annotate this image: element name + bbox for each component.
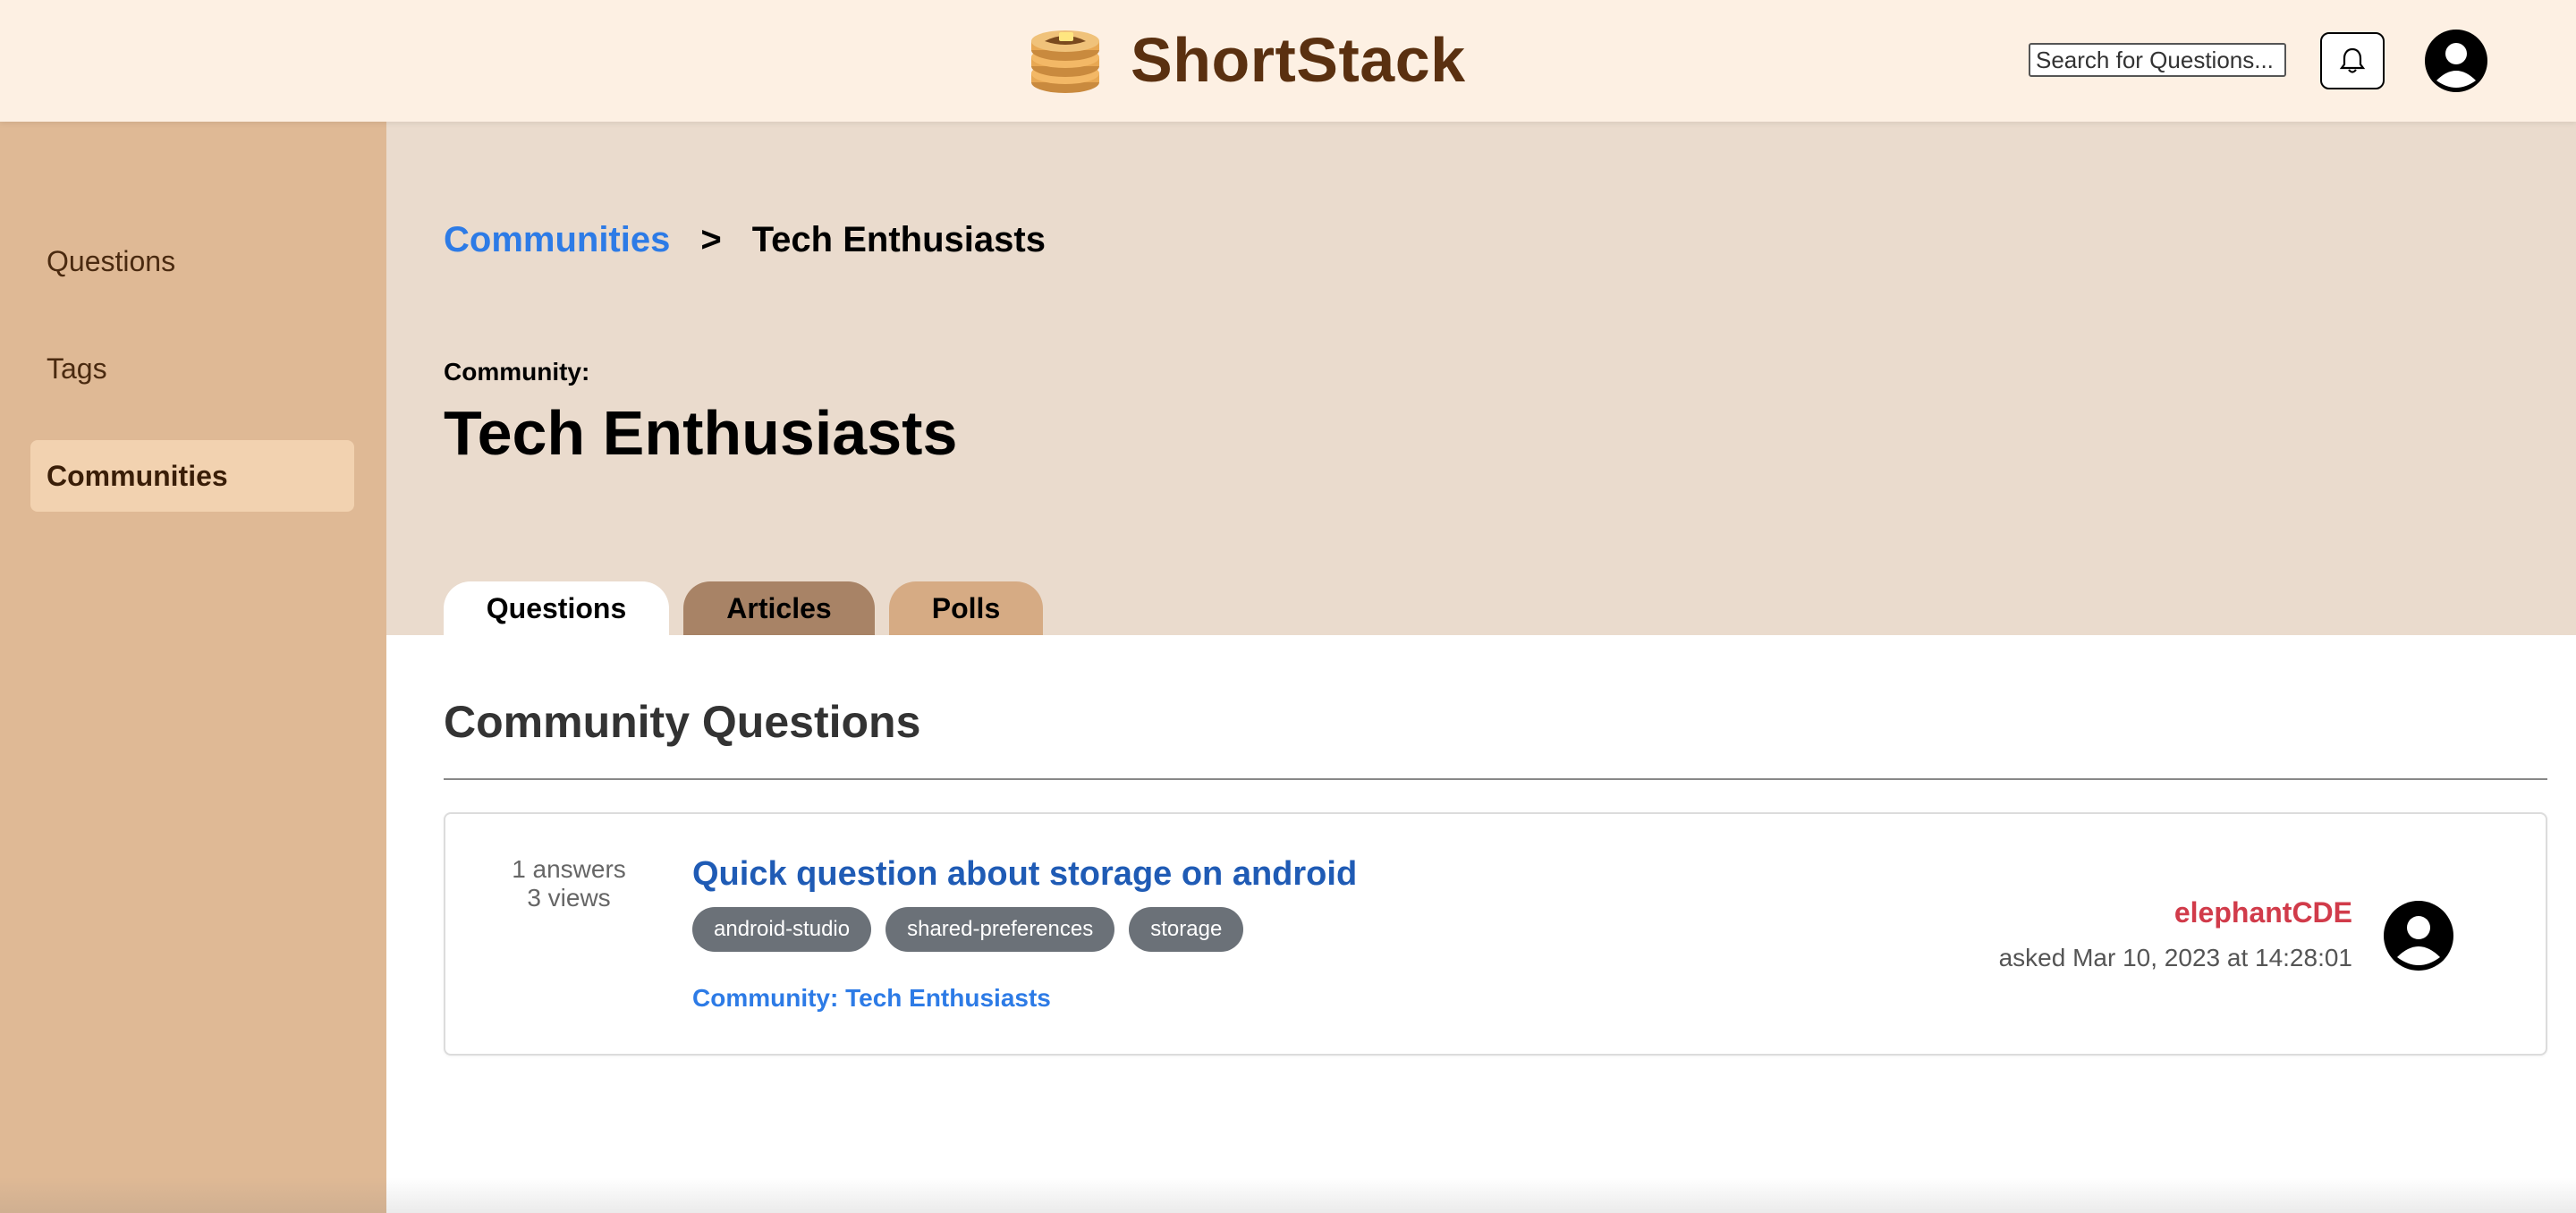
question-card[interactable]: 1 answers 3 views Quick question about s… <box>444 812 2547 1056</box>
pancake-stack-icon <box>1031 30 1099 93</box>
sidebar-item-label: Communities <box>47 459 228 492</box>
community-label: Community: <box>444 358 590 386</box>
tab-polls[interactable]: Polls <box>889 581 1043 635</box>
sidebar: Questions Tags Communities <box>0 122 386 1213</box>
bottom-shadow <box>0 1177 2576 1213</box>
divider <box>444 778 2547 780</box>
tab-articles[interactable]: Articles <box>683 581 875 635</box>
user-avatar-icon[interactable] <box>2424 29 2488 93</box>
view-count: 3 views <box>527 884 611 912</box>
sidebar-item-label: Questions <box>47 244 176 277</box>
tab-questions[interactable]: Questions <box>444 581 669 635</box>
breadcrumb-separator: > <box>700 220 722 259</box>
author-info: elephantCDE asked Mar 10, 2023 at 14:28:… <box>1999 896 2352 972</box>
question-community-link[interactable]: Community: Tech Enthusiasts <box>692 984 1051 1013</box>
question-stats: 1 answers 3 views <box>488 855 649 912</box>
sidebar-item-communities[interactable]: Communities <box>30 440 354 512</box>
question-title-link[interactable]: Quick question about storage on android <box>692 855 1357 894</box>
sidebar-item-questions[interactable]: Questions <box>30 225 354 297</box>
breadcrumb-communities-link[interactable]: Communities <box>444 220 670 260</box>
author-avatar-icon[interactable] <box>2383 900 2454 971</box>
author-name-link[interactable]: elephantCDE <box>1999 896 2352 929</box>
page-title: Tech Enthusiasts <box>444 398 958 468</box>
brand[interactable]: ShortStack <box>1027 21 1466 98</box>
tag-shared-preferences[interactable]: shared-preferences <box>886 907 1115 952</box>
brand-name: ShortStack <box>1131 25 1466 95</box>
notification-button[interactable] <box>2320 32 2385 89</box>
answer-count: 1 answers <box>512 855 626 883</box>
community-header: Communities > Tech Enthusiasts Community… <box>386 122 2576 635</box>
breadcrumb-current: Tech Enthusiasts <box>751 220 1046 259</box>
breadcrumb: Communities > Tech Enthusiasts <box>444 220 1046 260</box>
tag-storage[interactable]: storage <box>1129 907 1244 952</box>
section-title: Community Questions <box>444 697 921 747</box>
asked-timestamp: asked Mar 10, 2023 at 14:28:01 <box>1998 944 2352 971</box>
sidebar-item-label: Tags <box>47 352 107 385</box>
top-header: ShortStack <box>0 0 2576 122</box>
tag-list: android-studio shared-preferences storag… <box>692 907 1244 952</box>
tag-android-studio[interactable]: android-studio <box>692 907 872 952</box>
bell-icon <box>2339 47 2366 73</box>
sidebar-item-tags[interactable]: Tags <box>30 333 354 404</box>
search-input[interactable] <box>2029 43 2286 77</box>
